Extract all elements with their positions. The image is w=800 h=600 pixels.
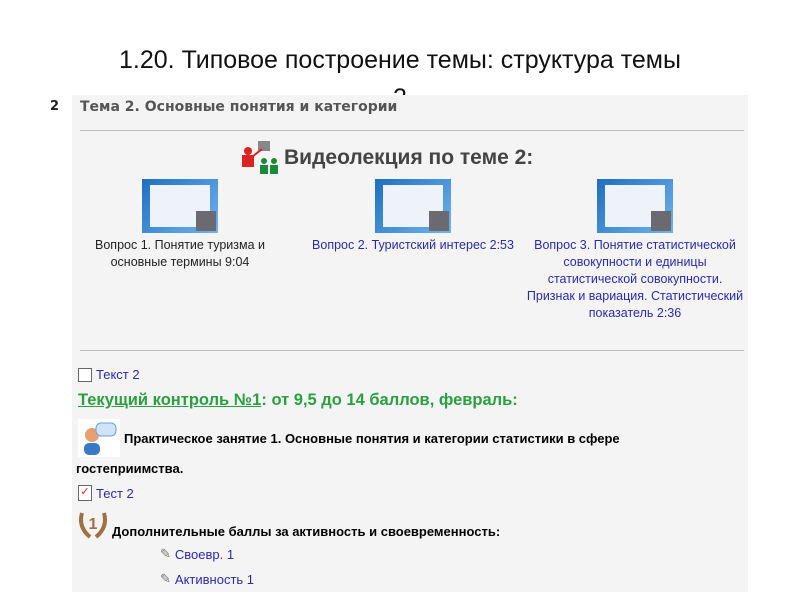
extra-link[interactable]: Своевр. 1 (175, 547, 234, 562)
video-thumbnail[interactable] (597, 179, 673, 233)
sitemap-icon (78, 367, 92, 382)
assignment-icon: ✎ (160, 571, 171, 586)
svg-text:1: 1 (89, 516, 98, 533)
quiz-icon: ✓ (78, 485, 92, 501)
extra-link[interactable]: Активность 1 (175, 572, 254, 587)
video-label[interactable]: Вопрос 2. Туристский интерес 2:53 (312, 238, 514, 252)
control-details: : от 9,5 до 14 баллов, февраль: (261, 391, 518, 409)
video-label[interactable]: Вопрос 3. Понятие статистической совокуп… (527, 238, 743, 320)
extra-item-2[interactable]: ✎ Активность 1 (160, 571, 254, 587)
practice-line2: гостеприимства. (76, 461, 184, 476)
divider (80, 130, 744, 131)
forum-icon (78, 419, 120, 457)
video-item-3[interactable]: Вопрос 3. Понятие статистической совокуп… (522, 179, 748, 322)
control-heading: Текущий контроль №1: от 9,5 до 14 баллов… (78, 391, 518, 410)
video-header-text: Видеолекция по теме 2: (284, 146, 534, 169)
divider (80, 350, 744, 351)
text-resource[interactable]: Текст 2 (78, 367, 140, 382)
topic-title: Тема 2. Основные понятия и категории (80, 99, 398, 115)
video-label: Вопрос 1. Понятие туризма и основные тер… (95, 238, 265, 269)
section-number: 2 (50, 99, 60, 114)
award-icon: 1 (79, 512, 107, 539)
video-item-1[interactable]: Вопрос 1. Понятие туризма и основные тер… (82, 179, 278, 271)
video-item-2[interactable]: Вопрос 2. Туристский интерес 2:53 (304, 179, 522, 254)
video-thumbnail[interactable] (142, 179, 218, 233)
assignment-icon: ✎ (160, 546, 171, 561)
extra-points: 1 Дополнительные баллы за активность и с… (78, 509, 500, 539)
lecturer-icon (242, 141, 278, 174)
video-thumbnail[interactable] (375, 179, 451, 233)
extra-item-1[interactable]: ✎ Своевр. 1 (160, 546, 234, 562)
extra-label: Дополнительные баллы за активность и сво… (112, 524, 501, 539)
practice-line1: Практическое занятие 1. Основные понятия… (124, 430, 620, 446)
text-link[interactable]: Текст 2 (96, 367, 140, 382)
course-screenshot: Тема 2. Основные понятия и категории Вид… (72, 95, 748, 592)
test-resource[interactable]: ✓ Тест 2 (78, 485, 134, 501)
control-link[interactable]: Текущий контроль №1 (78, 391, 261, 410)
video-lecture-header: Видеолекция по теме 2: (240, 141, 533, 175)
test-link[interactable]: Тест 2 (96, 486, 134, 501)
practice-item: Практическое занятие 1. Основные понятия… (78, 419, 620, 457)
slide-title: 1.20. Типовое построение темы: структура… (119, 46, 681, 74)
